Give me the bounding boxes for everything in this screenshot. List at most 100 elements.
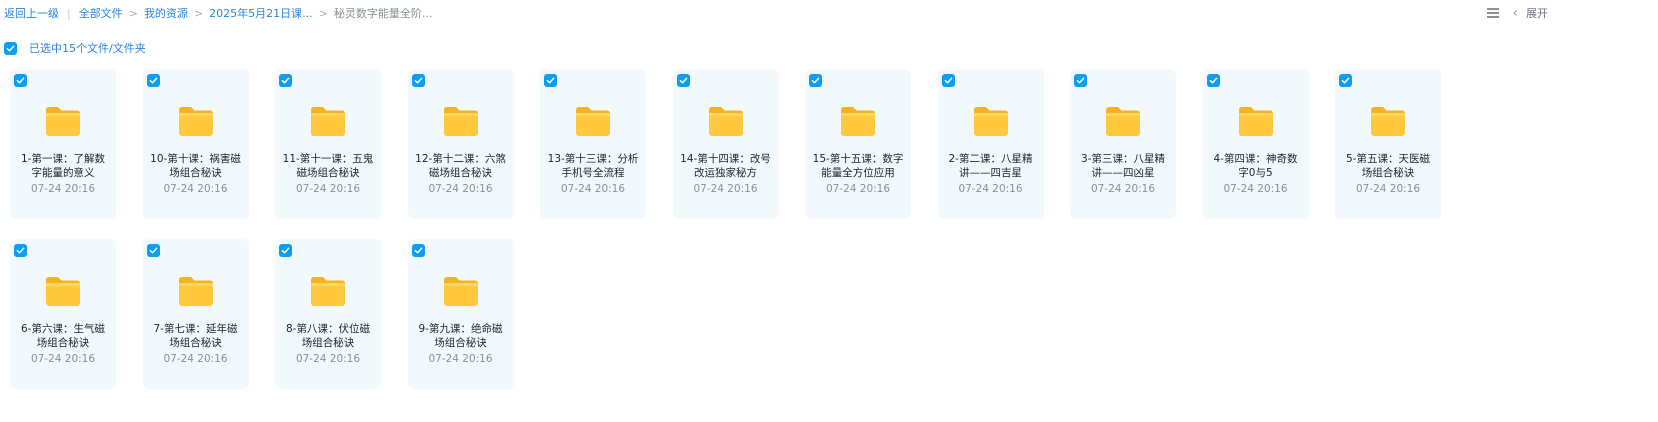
breadcrumb: 返回上一级 | 全部文件 > 我的资源 > 2025年5月21日课... > 秘… xyxy=(0,5,432,21)
folder-card[interactable]: 8-第八课：伏位磁场组合秘诀 07-24 20:16 xyxy=(275,239,381,389)
file-time: 07-24 20:16 xyxy=(30,183,96,195)
check-icon xyxy=(546,77,555,84)
file-time: 07-24 20:16 xyxy=(1090,183,1156,195)
file-name: 7-第七课：延年磁场组合秘诀 xyxy=(153,323,238,349)
file-time: 07-24 20:16 xyxy=(163,353,228,365)
chevron-left-icon: ‹ xyxy=(1512,5,1518,21)
folder-card[interactable]: 13-第十三课：分析手机号全流程 07-24 20:16 xyxy=(540,69,646,219)
file-name: 4-第四课：神奇数字0与5 xyxy=(1213,153,1298,179)
file-time: 07-24 20:16 xyxy=(295,183,361,195)
item-checkbox[interactable] xyxy=(411,74,425,87)
expand-button[interactable]: ‹ 展开 xyxy=(1513,5,1548,21)
check-icon xyxy=(944,77,952,84)
folder-icon xyxy=(576,107,610,136)
folder-card[interactable]: 12-第十二课：六煞磁场组合秘诀 07-24 20:16 xyxy=(407,69,514,219)
item-checkbox[interactable] xyxy=(1339,74,1352,87)
file-time: 07-24 20:16 xyxy=(295,353,361,365)
folder-icon xyxy=(708,107,743,136)
check-icon xyxy=(6,45,15,51)
folder-card[interactable]: 4-第四课：神奇数字0与5 07-24 20:16 xyxy=(1202,69,1309,219)
selection-bar: 已选中15个文件/文件夹 xyxy=(4,40,146,56)
file-name: 5-第五课：天医磁场组合秘诀 xyxy=(1346,153,1430,179)
folder-card[interactable]: 15-第十五课：数字能量全方位应用 07-24 20:16 xyxy=(805,69,911,219)
file-name: 3-第三课：八星精讲——四凶星 xyxy=(1081,153,1165,179)
check-icon xyxy=(414,77,422,84)
folder-icon xyxy=(46,277,80,306)
check-icon xyxy=(811,77,820,84)
breadcrumb-item-my-resources[interactable]: 我的资源 xyxy=(144,5,188,21)
breadcrumb-item-all-files[interactable]: 全部文件 xyxy=(79,5,123,21)
folder-icon xyxy=(311,277,345,306)
select-all-checkbox[interactable] xyxy=(4,41,17,55)
expand-label: 展开 xyxy=(1526,7,1548,20)
file-time: 07-24 20:16 xyxy=(1355,183,1421,195)
list-view-icon[interactable] xyxy=(1486,8,1499,18)
check-icon xyxy=(679,77,687,84)
file-time: 07-24 20:16 xyxy=(560,183,626,195)
item-checkbox[interactable] xyxy=(941,74,955,87)
item-checkbox[interactable] xyxy=(146,244,160,257)
check-icon xyxy=(149,77,157,84)
check-icon xyxy=(414,247,422,254)
folder-card[interactable]: 1-第一课：了解数字能量的意义 07-24 20:16 xyxy=(10,69,116,219)
top-bar: 返回上一级 | 全部文件 > 我的资源 > 2025年5月21日课... > 秘… xyxy=(0,0,1658,26)
item-checkbox[interactable] xyxy=(279,74,292,87)
item-checkbox[interactable] xyxy=(14,74,27,87)
item-checkbox[interactable] xyxy=(544,74,557,87)
folder-icon xyxy=(1371,107,1405,136)
check-icon xyxy=(1076,77,1085,84)
file-name: 2-第二课：八星精讲——四吉星 xyxy=(948,153,1033,179)
folder-card[interactable]: 9-第九课：绝命磁场组合秘诀 07-24 20:16 xyxy=(407,239,514,389)
item-checkbox[interactable] xyxy=(1206,74,1220,87)
check-icon xyxy=(281,247,290,254)
file-name: 10-第十课：祸害磁场组合秘诀 xyxy=(150,153,241,179)
folder-card[interactable]: 2-第二课：八星精讲——四吉星 07-24 20:16 xyxy=(937,69,1044,219)
file-time: 07-24 20:16 xyxy=(693,183,758,195)
item-checkbox[interactable] xyxy=(279,244,292,257)
file-name: 11-第十一课：五鬼磁场组合秘诀 xyxy=(282,153,374,179)
folder-icon xyxy=(178,107,213,136)
check-icon xyxy=(281,77,290,84)
folder-icon xyxy=(1106,107,1140,136)
file-time: 07-24 20:16 xyxy=(958,183,1023,195)
file-name: 13-第十三课：分析手机号全流程 xyxy=(547,153,639,179)
item-checkbox[interactable] xyxy=(676,74,690,87)
breadcrumb-current: 秘灵数字能量全阶... xyxy=(333,7,433,20)
file-name: 9-第九课：绝命磁场组合秘诀 xyxy=(418,323,503,349)
folder-card[interactable]: 11-第十一课：五鬼磁场组合秘诀 07-24 20:16 xyxy=(275,69,381,219)
file-name: 15-第十五课：数字能量全方位应用 xyxy=(812,153,904,179)
check-icon xyxy=(149,247,157,254)
folder-icon xyxy=(178,277,213,306)
file-grid: 1-第一课：了解数字能量的意义 07-24 20:16 10-第十课：祸害磁场组… xyxy=(10,69,1441,389)
item-checkbox[interactable] xyxy=(1074,74,1087,87)
file-name: 8-第八课：伏位磁场组合秘诀 xyxy=(286,323,370,349)
file-time: 07-24 20:16 xyxy=(30,353,96,365)
breadcrumb-item-course-folder[interactable]: 2025年5月21日课... xyxy=(209,5,312,21)
file-name: 6-第六课：生气磁场组合秘诀 xyxy=(21,323,105,349)
check-icon xyxy=(16,77,25,84)
item-checkbox[interactable] xyxy=(411,244,425,257)
file-time: 07-24 20:16 xyxy=(1223,183,1288,195)
folder-card[interactable]: 10-第十课：祸害磁场组合秘诀 07-24 20:16 xyxy=(142,69,249,219)
item-checkbox[interactable] xyxy=(809,74,822,87)
folder-card[interactable]: 3-第三课：八星精讲——四凶星 07-24 20:16 xyxy=(1070,69,1176,219)
folder-card[interactable]: 14-第十四课：改号改运独家秘方 07-24 20:16 xyxy=(672,69,779,219)
file-name: 12-第十二课：六煞磁场组合秘诀 xyxy=(415,153,506,179)
folder-icon xyxy=(973,107,1008,136)
file-name: 1-第一课：了解数字能量的意义 xyxy=(21,153,105,179)
item-checkbox[interactable] xyxy=(146,74,160,87)
back-link[interactable]: 返回上一级 xyxy=(4,5,59,21)
folder-icon xyxy=(443,107,478,136)
folder-card[interactable]: 5-第五课：天医磁场组合秘诀 07-24 20:16 xyxy=(1335,69,1441,219)
check-icon xyxy=(1341,77,1350,84)
check-icon xyxy=(1209,77,1217,84)
chevron-right-icon: > xyxy=(318,6,328,20)
folder-card[interactable]: 7-第七课：延年磁场组合秘诀 07-24 20:16 xyxy=(142,239,249,389)
folder-icon xyxy=(1238,107,1273,136)
file-name: 14-第十四课：改号改运独家秘方 xyxy=(680,153,771,179)
folder-icon xyxy=(841,107,875,136)
item-checkbox[interactable] xyxy=(14,244,27,257)
chevron-right-icon: > xyxy=(128,6,138,20)
folder-icon xyxy=(311,107,345,136)
folder-card[interactable]: 6-第六课：生气磁场组合秘诀 07-24 20:16 xyxy=(10,239,116,389)
